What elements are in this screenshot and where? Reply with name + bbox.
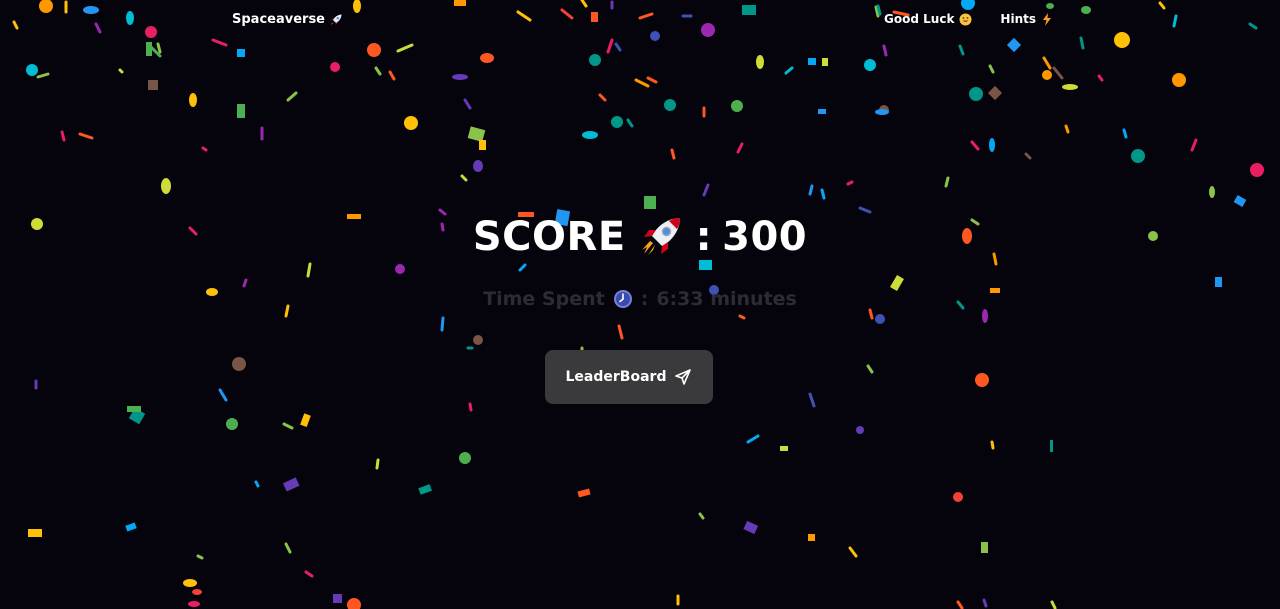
confetti-piece — [300, 413, 311, 428]
confetti-piece — [189, 93, 197, 107]
confetti-piece — [480, 53, 494, 63]
confetti-piece — [756, 55, 764, 69]
send-icon — [674, 368, 692, 386]
confetti-piece — [975, 373, 989, 387]
nav-links: Good Luck Hints — [884, 12, 1054, 26]
confetti-piece — [161, 178, 171, 194]
confetti-piece — [479, 140, 486, 150]
confetti-piece — [644, 196, 656, 209]
confetti-piece — [875, 314, 885, 324]
confetti-piece — [1172, 73, 1186, 87]
time-spent-display: Time Spent : 6:33 minutes — [0, 288, 1280, 310]
confetti-piece — [237, 104, 245, 118]
confetti-piece — [127, 406, 141, 412]
confetti-piece — [808, 58, 816, 65]
confetti-piece — [589, 54, 601, 66]
confetti-piece — [237, 49, 245, 57]
confetti-piece — [864, 59, 876, 71]
confetti-piece — [333, 594, 342, 603]
lightning-icon — [1040, 12, 1054, 26]
confetti-piece — [1050, 440, 1053, 452]
confetti-piece — [969, 87, 983, 101]
score-label: SCORE — [472, 214, 626, 260]
confetti-piece — [989, 138, 995, 152]
confetti-piece — [1250, 163, 1264, 177]
confetti-piece — [347, 598, 361, 609]
confetti-piece — [473, 160, 483, 172]
confetti-piece — [128, 407, 146, 425]
time-label: Time Spent — [483, 288, 605, 310]
confetti-piece — [125, 522, 137, 532]
confetti-piece — [1215, 277, 1222, 287]
confetti-piece — [987, 85, 1003, 101]
confetti-piece — [418, 484, 433, 495]
score-display: SCORE : 300 — [0, 214, 1280, 260]
confetti-piece — [1131, 149, 1145, 163]
time-separator: : — [640, 288, 649, 310]
confetti-piece — [822, 58, 828, 66]
confetti-piece — [780, 446, 788, 451]
confetti-piece — [879, 105, 889, 115]
confetti-piece — [26, 64, 38, 76]
leaderboard-label: LeaderBoard — [565, 369, 667, 385]
confetti-piece — [981, 542, 988, 553]
confetti-piece — [611, 116, 623, 128]
confetti-piece — [808, 534, 815, 541]
confetti-piece — [818, 109, 826, 114]
smile-face-icon — [958, 12, 972, 26]
confetti-piece — [395, 264, 405, 274]
confetti-piece — [28, 529, 42, 537]
confetti-piece — [146, 42, 152, 56]
confetti-piece — [982, 309, 988, 323]
confetti-piece — [1062, 84, 1078, 90]
confetti-piece — [875, 109, 889, 115]
good-luck-label: Good Luck — [884, 12, 955, 26]
confetti-piece — [226, 418, 238, 430]
confetti-piece — [856, 426, 864, 434]
confetti-piece — [467, 126, 486, 142]
confetti-piece — [1042, 70, 1052, 80]
confetti-piece — [731, 100, 743, 112]
confetti-piece — [699, 260, 712, 270]
confetti-piece — [367, 43, 381, 57]
confetti-piece — [953, 492, 963, 502]
brand-link[interactable]: Spaceaverse — [232, 12, 343, 27]
time-value: 6:33 minutes — [656, 288, 797, 310]
hints-label: Hints — [1000, 12, 1036, 26]
clock-icon — [613, 289, 633, 309]
confetti-piece — [664, 99, 676, 111]
confetti-piece — [188, 601, 200, 607]
confetti-piece — [459, 452, 471, 464]
confetti-piece — [577, 488, 591, 498]
confetti-piece — [452, 74, 468, 80]
confetti-piece — [1233, 195, 1247, 207]
confetti-piece — [148, 80, 158, 90]
confetti-piece — [582, 131, 598, 139]
confetti-piece — [473, 335, 483, 345]
confetti-piece — [404, 116, 418, 130]
confetti-piece — [282, 477, 300, 492]
confetti-piece — [183, 579, 197, 587]
rocket-icon — [638, 214, 684, 260]
confetti-piece — [330, 62, 340, 72]
leaderboard-button[interactable]: LeaderBoard — [545, 350, 713, 404]
celebration-page: Spaceaverse Good Luck Hints SCORE: 300 … — [0, 0, 1280, 609]
confetti-piece — [232, 357, 246, 371]
confetti-piece — [743, 520, 759, 535]
score-value: 300 — [722, 214, 808, 260]
confetti-piece — [192, 589, 202, 595]
hints-link[interactable]: Hints — [1000, 12, 1054, 26]
score-separator: : — [695, 214, 713, 260]
top-navbar: Spaceaverse Good Luck Hints — [0, 0, 1280, 42]
good-luck-link[interactable]: Good Luck — [884, 12, 972, 26]
rocket-icon — [329, 13, 343, 27]
confetti-piece — [1209, 186, 1215, 198]
brand-label: Spaceaverse — [232, 12, 325, 27]
